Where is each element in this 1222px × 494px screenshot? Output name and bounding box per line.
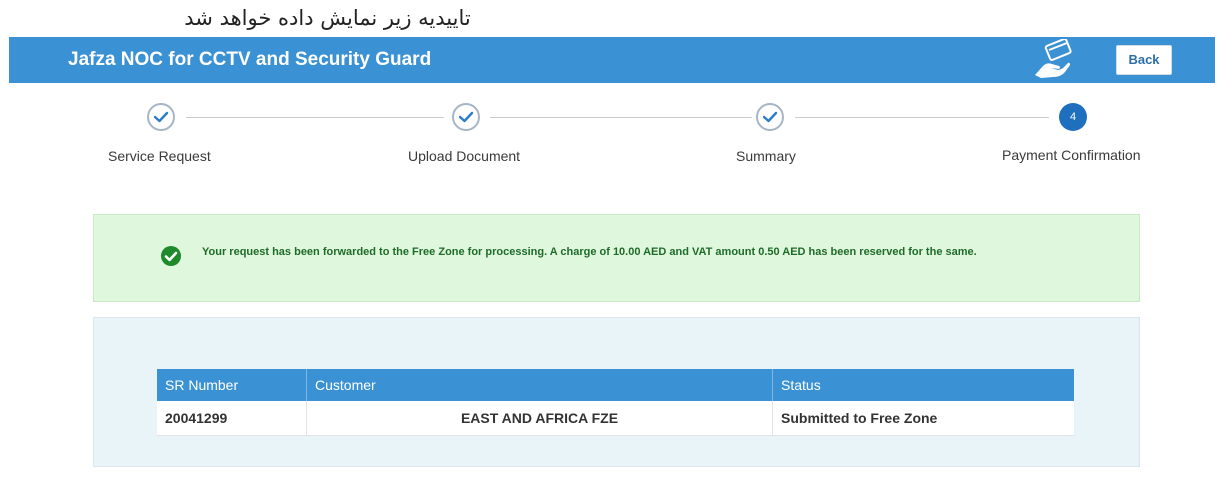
cell-status: Submitted to Free Zone (772, 401, 1074, 436)
step-label-summary: Summary (736, 148, 796, 164)
step-1-check-icon (147, 103, 175, 131)
back-button[interactable]: Back (1116, 45, 1172, 75)
alert-message: Your request has been forwarded to the F… (202, 246, 977, 258)
column-header-status: Status (772, 369, 1074, 401)
step-label-service-request: Service Request (108, 148, 211, 164)
service-request-table: SR Number Customer Status 20041299 EAST … (157, 369, 1074, 436)
step-2-check-icon (452, 103, 480, 131)
table-header-row: SR Number Customer Status (157, 369, 1074, 401)
step-3-check-icon (756, 103, 784, 131)
check-circle-icon (161, 246, 181, 266)
cell-sr-number: 20041299 (157, 401, 307, 436)
table-row: 20041299 EAST AND AFRICA FZE Submitted t… (157, 401, 1074, 436)
success-alert: Your request has been forwarded to the F… (93, 214, 1140, 302)
step-connector (490, 117, 752, 118)
step-4-indicator: 4 (1059, 103, 1087, 131)
cell-customer: EAST AND AFRICA FZE (306, 401, 773, 436)
page-title: Jafza NOC for CCTV and Security Guard (68, 49, 432, 70)
step-connector (795, 117, 1049, 118)
step-label-upload-document: Upload Document (408, 148, 521, 164)
column-header-sr-number: SR Number (157, 369, 307, 401)
card-payment-icon (1035, 39, 1072, 78)
step-connector (186, 117, 444, 118)
column-header-customer: Customer (306, 369, 773, 401)
annotation-text: تاییدیه زیر نمایش داده خواهد شد (184, 6, 471, 30)
step-label-payment-confirmation: Payment Confirmation (1002, 147, 1141, 163)
app-header: Jafza NOC for CCTV and Security Guard Ba… (9, 37, 1215, 83)
